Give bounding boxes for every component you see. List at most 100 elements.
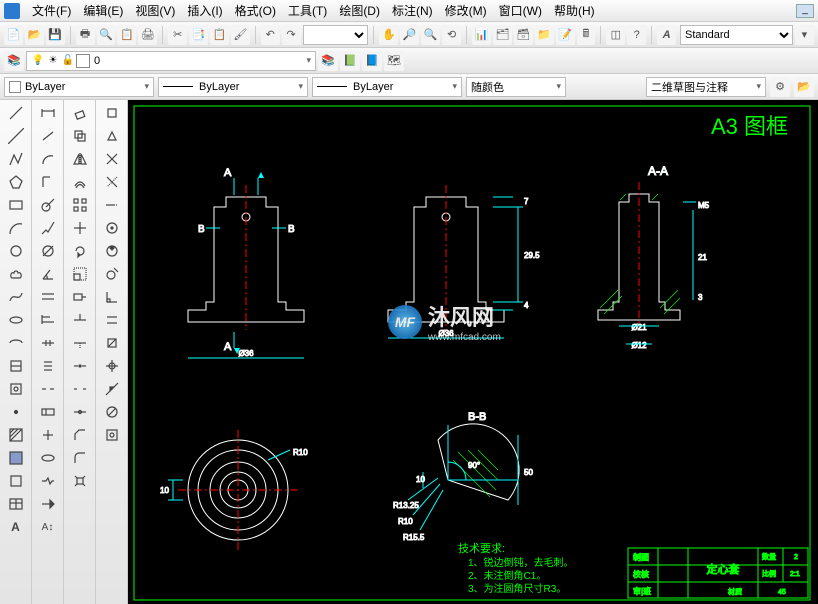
layer-walk-icon[interactable]: 🗺	[384, 51, 404, 71]
matchprop-icon[interactable]: 🖌	[231, 25, 250, 45]
menu-help[interactable]: 帮助(H)	[548, 0, 601, 21]
print-icon[interactable]: 🖶	[76, 25, 95, 45]
pan-icon[interactable]: ✋	[379, 25, 398, 45]
region-icon[interactable]	[4, 470, 28, 492]
ws-save-icon[interactable]: 📂	[794, 77, 814, 97]
osnap-set-icon[interactable]	[100, 424, 124, 446]
plot-icon[interactable]: 🖨	[138, 25, 157, 45]
linetype-select[interactable]: ByLayer ▾	[158, 77, 308, 97]
circle-icon[interactable]	[4, 240, 28, 262]
plotstyle-select[interactable]: 随颜色 ▾	[466, 77, 566, 97]
open-icon[interactable]: 📂	[25, 25, 44, 45]
dim-dia-icon[interactable]	[36, 240, 60, 262]
block-make-icon[interactable]	[4, 378, 28, 400]
break-pt-icon[interactable]	[68, 355, 92, 377]
save-icon[interactable]: 💾	[46, 25, 65, 45]
layer-select[interactable]: 💡 ☀ 🔓 0 ▾	[26, 51, 316, 71]
undo-history-select[interactable]	[303, 25, 369, 45]
dim-cont-icon[interactable]	[36, 332, 60, 354]
rectangle-icon[interactable]	[4, 194, 28, 216]
xline-icon[interactable]	[4, 125, 28, 147]
layerprops-icon[interactable]: 📚	[4, 51, 24, 71]
properties-icon[interactable]: 📊	[472, 25, 491, 45]
textstyle-select[interactable]: Standard	[680, 25, 793, 45]
osnap-ins-icon[interactable]	[100, 332, 124, 354]
menu-file[interactable]: 文件(F)	[26, 0, 77, 21]
stretch-icon[interactable]	[68, 286, 92, 308]
osnap-near-icon[interactable]	[100, 378, 124, 400]
layer-iso-icon[interactable]: 📘	[362, 51, 382, 71]
dim-radius-icon[interactable]	[36, 194, 60, 216]
insert-icon[interactable]	[4, 355, 28, 377]
dim-linear-icon[interactable]	[36, 102, 60, 124]
dim-base-icon[interactable]	[36, 309, 60, 331]
trim-icon[interactable]	[68, 309, 92, 331]
text-dd-icon[interactable]: ▾	[795, 25, 814, 45]
zoom-rt-icon[interactable]: 🔎	[400, 25, 419, 45]
osnap-nod-icon[interactable]	[100, 355, 124, 377]
tolerance-icon[interactable]	[36, 401, 60, 423]
osnap-end-icon[interactable]	[100, 102, 124, 124]
dim-jogline-icon[interactable]	[36, 470, 60, 492]
qdim-icon[interactable]	[36, 286, 60, 308]
osnap-none-icon[interactable]	[100, 401, 124, 423]
toolpalette-icon[interactable]: 🗃	[514, 25, 533, 45]
inspect-icon[interactable]	[36, 447, 60, 469]
zoom-prev-icon[interactable]: ⟲	[442, 25, 461, 45]
designcenter-icon[interactable]: 🗂	[493, 25, 512, 45]
osnap-mid-icon[interactable]	[100, 125, 124, 147]
block-icon[interactable]: ◫	[606, 25, 625, 45]
menu-modify[interactable]: 修改(M)	[439, 0, 493, 21]
dim-break-icon[interactable]	[36, 378, 60, 400]
menu-view[interactable]: 视图(V)	[129, 0, 181, 21]
point-icon[interactable]	[4, 401, 28, 423]
copy-icon[interactable]: 📑	[189, 25, 208, 45]
osnap-qua-icon[interactable]	[100, 240, 124, 262]
new-icon[interactable]: 📄	[4, 25, 23, 45]
dim-jog-icon[interactable]	[36, 217, 60, 239]
dim-angle-icon[interactable]	[36, 263, 60, 285]
array-icon[interactable]	[68, 194, 92, 216]
dim-tedit-icon[interactable]: A↕	[36, 516, 60, 538]
sheetset-icon[interactable]: 📁	[535, 25, 554, 45]
menu-edit[interactable]: 编辑(E)	[77, 0, 129, 21]
hatch-icon[interactable]	[4, 424, 28, 446]
mtext-icon[interactable]: A	[4, 516, 28, 538]
osnap-cen-icon[interactable]	[100, 217, 124, 239]
move-icon[interactable]	[68, 217, 92, 239]
offset-icon[interactable]	[68, 171, 92, 193]
drawing-canvas[interactable]: A3 图框 A B B A	[128, 100, 818, 604]
paste-icon[interactable]: 📋	[210, 25, 229, 45]
lineweight-select[interactable]: ByLayer ▾	[312, 77, 462, 97]
minimize-button[interactable]: _	[796, 4, 814, 18]
copy-obj-icon[interactable]	[68, 125, 92, 147]
color-select[interactable]: ByLayer ▾	[4, 77, 154, 97]
polygon-icon[interactable]	[4, 171, 28, 193]
osnap-int-icon[interactable]	[100, 148, 124, 170]
markup-icon[interactable]: 📝	[556, 25, 575, 45]
undo-icon[interactable]: ↶	[261, 25, 280, 45]
center-mark-icon[interactable]	[36, 424, 60, 446]
cut-icon[interactable]: ✂	[168, 25, 187, 45]
explode-icon[interactable]	[68, 470, 92, 492]
publish-icon[interactable]: 📋	[117, 25, 136, 45]
mirror-icon[interactable]	[68, 148, 92, 170]
ellipse-icon[interactable]	[4, 309, 28, 331]
chamfer-icon[interactable]	[68, 424, 92, 446]
break-icon[interactable]	[68, 378, 92, 400]
erase-icon[interactable]	[68, 102, 92, 124]
ws-settings-icon[interactable]: ⚙	[770, 77, 790, 97]
help-icon[interactable]: ?	[627, 25, 646, 45]
layer-prev-icon[interactable]: 📚	[318, 51, 338, 71]
menu-dimension[interactable]: 标注(N)	[386, 0, 439, 21]
menu-insert[interactable]: 插入(I)	[181, 0, 228, 21]
fillet-icon[interactable]	[68, 447, 92, 469]
dim-aligned-icon[interactable]	[36, 125, 60, 147]
osnap-tan-icon[interactable]	[100, 263, 124, 285]
join-icon[interactable]	[68, 401, 92, 423]
layer-state-icon[interactable]: 📗	[340, 51, 360, 71]
osnap-ext-icon[interactable]	[100, 194, 124, 216]
table-icon[interactable]	[4, 493, 28, 515]
line-icon[interactable]	[4, 102, 28, 124]
redo-icon[interactable]: ↷	[282, 25, 301, 45]
